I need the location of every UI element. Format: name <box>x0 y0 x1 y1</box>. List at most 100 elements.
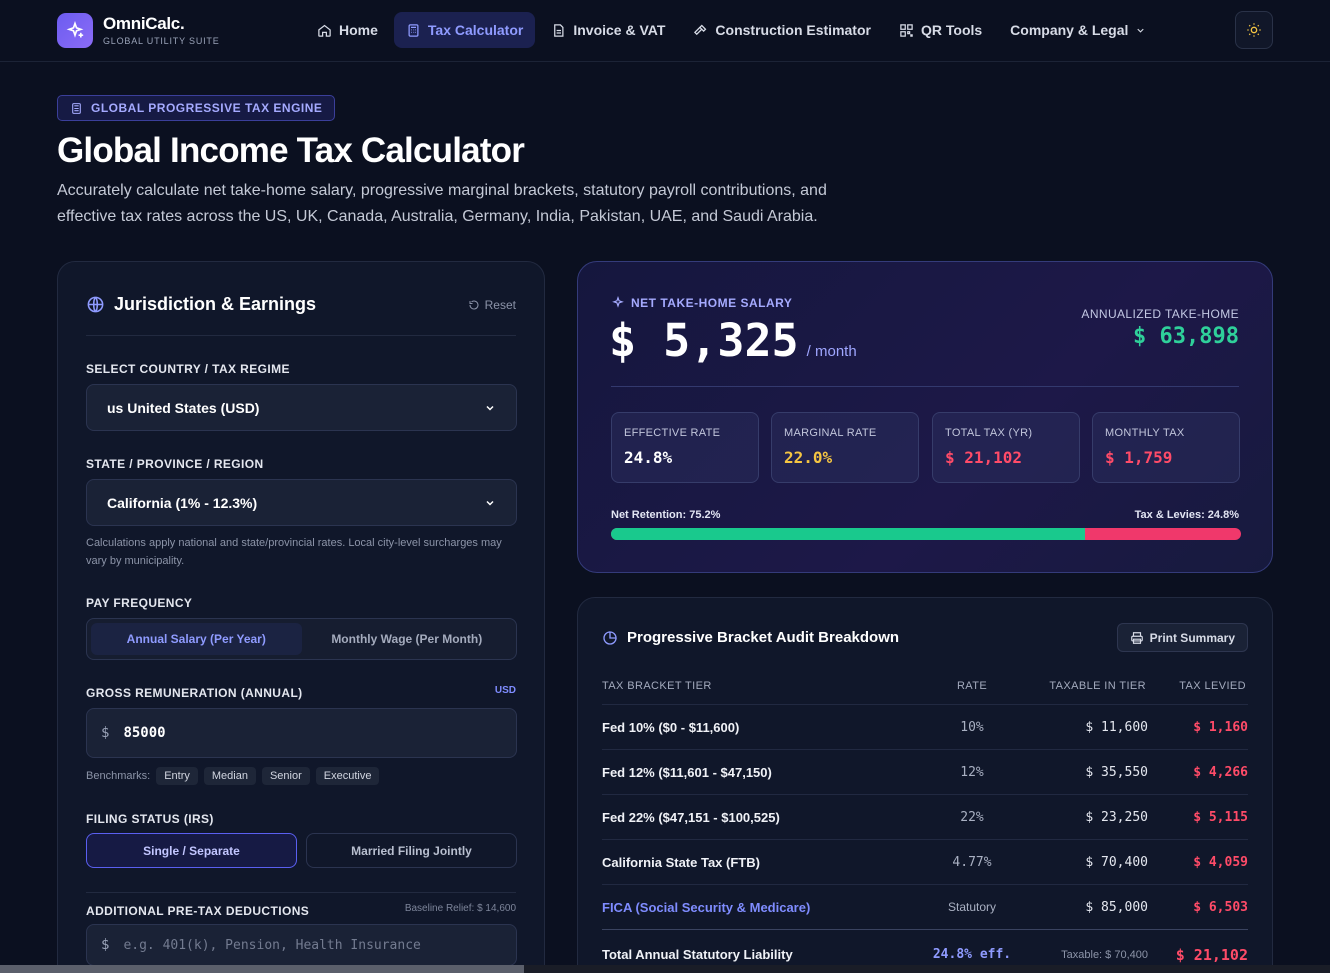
frequency-label: PAY FREQUENCY <box>86 596 193 610</box>
jurisdiction-card: Jurisdiction & Earnings Reset SELECT COU… <box>57 261 545 973</box>
reset-label: Reset <box>484 298 516 312</box>
retention-bar <box>611 528 1241 540</box>
state-hint: Calculations apply national and state/pr… <box>86 537 502 567</box>
retention-bar-fill <box>611 528 1085 540</box>
nav-home-label: Home <box>339 22 378 38</box>
net-amount: $ 5,325 / month <box>609 314 857 367</box>
table-row: California State Tax (FTB) 4.77% $ 70,40… <box>602 839 1248 884</box>
levies-label: Tax & Levies: 24.8% <box>1134 509 1239 521</box>
row-levied: $ 1,160 <box>1193 720 1248 735</box>
freq-annual-button[interactable]: Annual Salary (Per Year) <box>91 623 302 655</box>
stat-label: MONTHLY TAX <box>1105 427 1185 439</box>
benchmark-median-chip[interactable]: Median <box>203 767 256 785</box>
nav-invoice-vat[interactable]: Invoice & VAT <box>539 12 677 48</box>
nav-tax-calculator-label: Tax Calculator <box>427 22 524 38</box>
state-select-value: California (1% - 12.3%) <box>107 494 258 511</box>
benchmark-entry-chip[interactable]: Entry <box>156 767 198 785</box>
header-tier: TAX BRACKET TIER <box>602 680 712 692</box>
stat-effective-rate: EFFECTIVE RATE 24.8% <box>611 412 759 483</box>
horizontal-scrollbar[interactable] <box>0 965 1330 973</box>
deductions-input[interactable]: $ e.g. 401(k), Pension, Health Insurance <box>86 924 517 966</box>
logo-sparkle-icon[interactable] <box>57 13 93 48</box>
country-select[interactable]: us United States (USD) <box>86 384 517 431</box>
filing-joint-button[interactable]: Married Filing Jointly <box>306 833 517 868</box>
brand-name: OmniCalc. <box>103 14 185 33</box>
deductions-label: ADDITIONAL PRE-TAX DEDUCTIONS <box>86 904 310 918</box>
row-tier-link[interactable]: FICA (Social Security & Medicare) <box>602 900 810 915</box>
benchmark-senior-chip[interactable]: Senior <box>261 767 310 785</box>
nav-qr-tools-label: QR Tools <box>920 22 983 38</box>
filing-single-button[interactable]: Single / Separate <box>86 833 297 868</box>
engine-badge-label: GLOBAL PROGRESSIVE TAX ENGINE <box>91 101 323 115</box>
stat-value: 22.0% <box>784 448 833 467</box>
nav-company-legal[interactable]: Company & Legal <box>998 12 1158 48</box>
row-rate: 22% <box>960 810 984 825</box>
state-select[interactable]: California (1% - 12.3%) <box>86 479 517 526</box>
printer-icon <box>1130 631 1143 644</box>
table-row: Fed 12% ($11,601 - $47,150) 12% $ 35,550… <box>602 749 1248 794</box>
retention-label: Net Retention: 75.2% <box>611 509 721 521</box>
row-rate: 10% <box>960 720 984 735</box>
jurisdiction-title-label: Jurisdiction & Earnings <box>114 294 317 314</box>
nav-tax-calculator[interactable]: Tax Calculator <box>393 12 536 48</box>
page-title: Global Income Tax Calculator <box>57 131 525 170</box>
row-tier: Fed 22% ($47,151 - $100,525) <box>602 810 780 825</box>
currency-symbol: $ <box>101 937 110 953</box>
row-tier: Fed 12% ($11,601 - $47,150) <box>602 765 772 780</box>
row-tier: California State Tax (FTB) <box>602 855 760 870</box>
stat-label: EFFECTIVE RATE <box>624 427 721 439</box>
frequency-toggle: Annual Salary (Per Year) Monthly Wage (P… <box>86 618 517 660</box>
country-select-value: us United States (USD) <box>107 399 260 416</box>
brand[interactable]: OmniCalc. GLOBAL UTILITY SUITE <box>103 14 220 46</box>
reset-button[interactable]: Reset <box>468 298 516 312</box>
row-taxable: $ 35,550 <box>1085 765 1148 780</box>
qr-icon <box>900 23 913 37</box>
print-summary-label: Print Summary <box>1149 630 1235 645</box>
divider <box>86 892 516 893</box>
benchmarks: Benchmarks: Entry Median Senior Executiv… <box>86 767 380 785</box>
bracket-breakdown-card: Progressive Bracket Audit Breakdown Prin… <box>577 597 1273 973</box>
table-row: Fed 10% ($0 - $11,600) 10% $ 11,600 $ 1,… <box>602 704 1248 749</box>
currency-symbol: $ <box>101 725 110 741</box>
stat-marginal-rate: MARGINAL RATE 22.0% <box>771 412 919 483</box>
row-taxable: $ 70,400 <box>1085 855 1148 870</box>
scrollbar-thumb[interactable] <box>0 965 524 973</box>
theme-toggle-button[interactable] <box>1235 11 1273 49</box>
deductions-placeholder: e.g. 401(k), Pension, Health Insurance <box>123 937 421 953</box>
nav-construction-estimator[interactable]: Construction Estimator <box>681 12 883 48</box>
stat-label: MARGINAL RATE <box>784 427 877 439</box>
currency-code: USD <box>494 685 516 696</box>
freq-monthly-button[interactable]: Monthly Wage (Per Month) <box>302 623 513 655</box>
chevron-down-icon <box>486 405 494 411</box>
print-summary-button[interactable]: Print Summary <box>1116 623 1248 652</box>
divider <box>611 386 1239 387</box>
annual-label: ANNUALIZED TAKE-HOME <box>1081 307 1239 321</box>
home-icon <box>318 24 331 37</box>
globe-icon <box>87 296 104 313</box>
row-rate: Statutory <box>947 900 997 914</box>
breakdown-title: Progressive Bracket Audit Breakdown <box>602 629 899 646</box>
stat-total-tax: TOTAL TAX (YR) $ 21,102 <box>932 412 1080 483</box>
gross-input[interactable]: $ 85000 <box>86 708 517 758</box>
table-row: Fed 22% ($47,151 - $100,525) 22% $ 23,25… <box>602 794 1248 839</box>
header-rate: RATE <box>956 680 988 692</box>
row-taxable: $ 23,250 <box>1085 810 1148 825</box>
hammer-icon <box>694 24 707 35</box>
benchmarks-label: Benchmarks: <box>86 770 151 782</box>
document-icon <box>554 23 564 37</box>
calculator-icon <box>72 102 81 114</box>
benchmark-executive-chip[interactable]: Executive <box>315 767 380 785</box>
row-rate: 12% <box>960 765 984 780</box>
nav-qr-tools[interactable]: QR Tools <box>887 12 994 48</box>
row-taxable: $ 11,600 <box>1085 720 1148 735</box>
stat-value: $ 1,759 <box>1105 448 1173 467</box>
stat-label: TOTAL TAX (YR) <box>945 427 1033 439</box>
header-levied: TAX LEVIED <box>1179 680 1246 692</box>
sparkle-icon <box>612 296 624 308</box>
nav-home[interactable]: Home <box>305 12 390 48</box>
country-label: SELECT COUNTRY / TAX REGIME <box>86 362 290 376</box>
net-label: NET TAKE-HOME SALARY <box>611 296 792 310</box>
nav-company-legal-label: Company & Legal <box>1010 22 1129 38</box>
total-rate: 24.8% eff. <box>932 947 1012 962</box>
chevron-down-icon <box>1137 28 1145 33</box>
